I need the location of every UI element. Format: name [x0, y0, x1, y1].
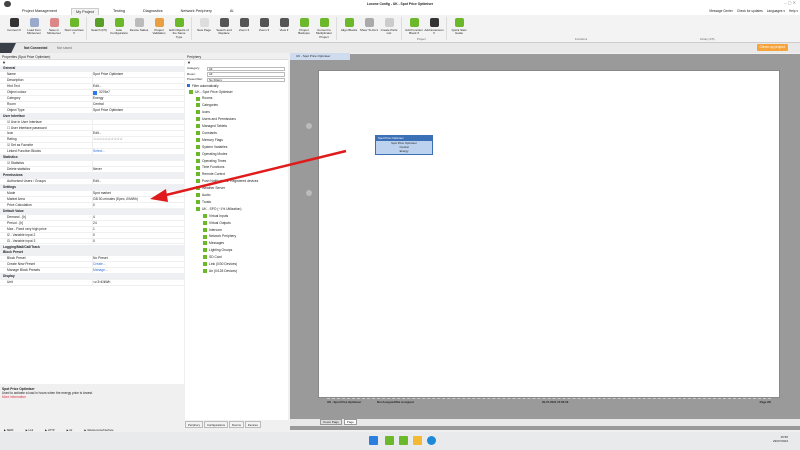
edge-icon[interactable]: [427, 436, 436, 445]
ribbon-group-label: Library (F5): [700, 37, 715, 41]
file-explorer-icon[interactable]: [413, 436, 422, 445]
start-icon[interactable]: [369, 436, 378, 445]
clock-date: 29/07/2024: [772, 439, 788, 443]
red-annotation-arrow: [150, 149, 347, 202]
ribbon-group-label: Functions: [575, 37, 588, 41]
clock[interactable]: 15:56 29/07/2024: [773, 435, 788, 443]
ribbon-group-label: Project: [417, 37, 426, 41]
loxone-app-icon[interactable]: [385, 436, 394, 445]
loxone-config-icon[interactable]: [399, 436, 408, 445]
